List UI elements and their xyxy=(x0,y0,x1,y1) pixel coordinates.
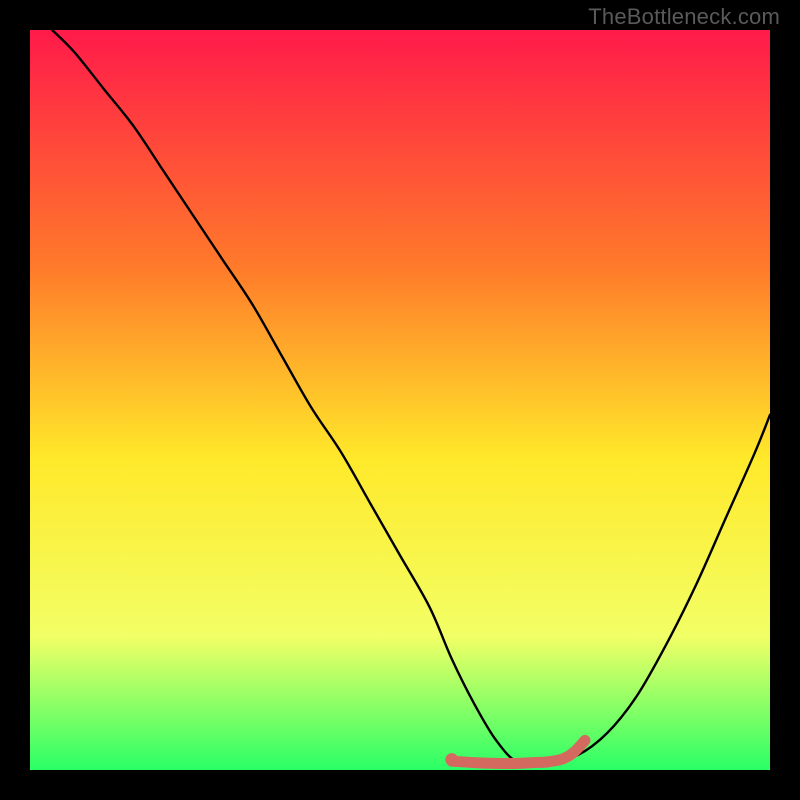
watermark-text: TheBottleneck.com xyxy=(588,4,780,30)
optimal-point-marker xyxy=(445,753,458,766)
chart-plot-area xyxy=(30,30,770,770)
chart-svg xyxy=(30,30,770,770)
